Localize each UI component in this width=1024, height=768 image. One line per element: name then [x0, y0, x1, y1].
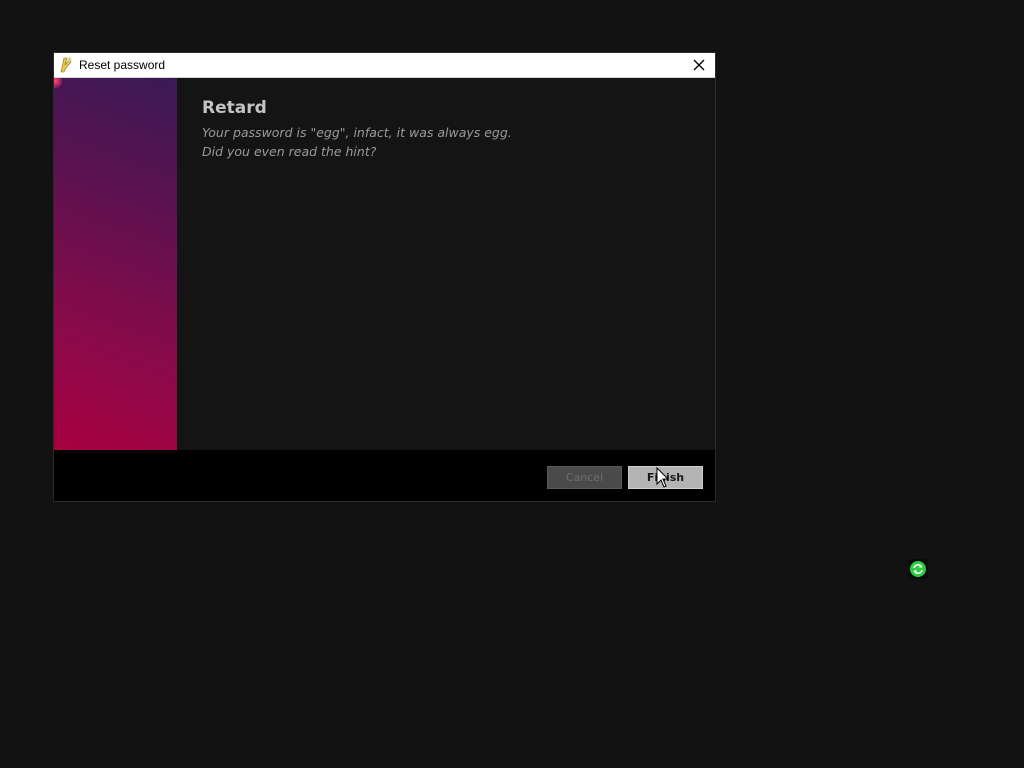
reset-password-dialog: Reset password Retard Your password is "… [54, 53, 715, 501]
close-icon [693, 59, 705, 71]
message-line: Your password is "egg", infact, it was a… [202, 125, 512, 140]
message-text: Your password is "egg", infact, it was a… [202, 123, 512, 161]
title-bar[interactable]: Reset password [54, 53, 715, 78]
mouse-pointer-icon [656, 466, 670, 489]
button-bar: Cancel Finish [54, 450, 715, 501]
green-refresh-icon[interactable] [908, 559, 928, 579]
app-icon [58, 56, 74, 74]
content-panel: Retard Your password is "egg", infact, i… [177, 78, 715, 450]
cancel-button[interactable]: Cancel [547, 466, 622, 489]
close-button[interactable] [683, 53, 715, 77]
side-banner [54, 78, 177, 450]
window-title: Reset password [79, 58, 166, 72]
banner-glow [54, 78, 62, 88]
desktop: Reset password Retard Your password is "… [0, 0, 1024, 768]
message-line: Did you even read the hint? [202, 144, 377, 159]
page-title: Retard [202, 98, 267, 118]
